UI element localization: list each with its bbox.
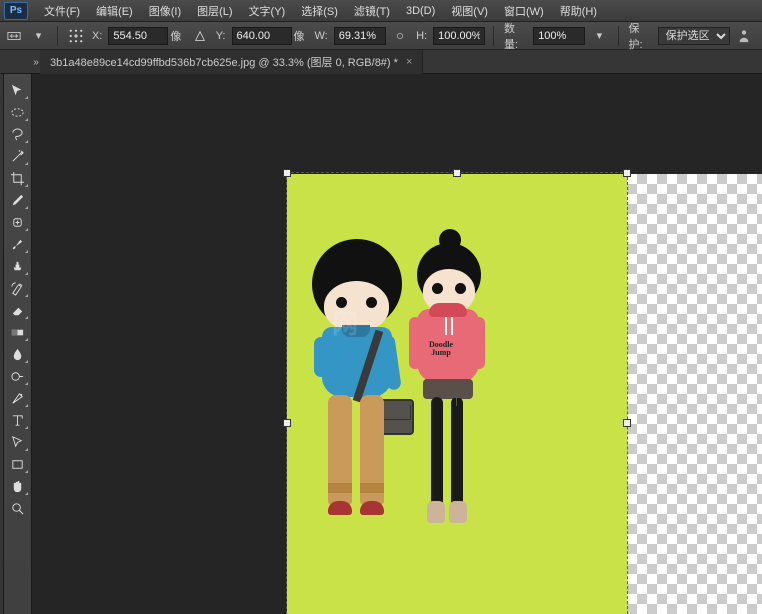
menu-filter[interactable]: 滤镜(T) xyxy=(346,0,398,22)
transparent-background xyxy=(627,174,762,614)
canvas-area[interactable]: DoodleJump 网 xyxy=(32,74,762,614)
y-label: Y: xyxy=(214,30,228,42)
x-label: X: xyxy=(90,30,104,42)
rectangle-tool[interactable] xyxy=(7,454,29,474)
separator xyxy=(493,26,494,46)
document-tab[interactable]: 3b1a48e89ce14cd99ffbd536b7cb625e.jpg @ 3… xyxy=(40,50,423,74)
girl-boot xyxy=(449,501,467,523)
artwork-characters: DoodleJump xyxy=(312,229,512,614)
boy-collar xyxy=(342,325,370,337)
path-selection-tool[interactable] xyxy=(7,432,29,452)
panel-expand-icon[interactable]: » xyxy=(32,52,40,72)
eye-icon xyxy=(336,297,347,308)
protect-select[interactable]: 保护选区 xyxy=(658,27,730,45)
menu-edit[interactable]: 编辑(E) xyxy=(88,0,141,22)
person-icon[interactable] xyxy=(734,27,754,45)
w-label: W: xyxy=(313,30,330,42)
menu-file[interactable]: 文件(F) xyxy=(36,0,88,22)
girl-boot xyxy=(427,501,445,523)
menu-layer[interactable]: 图层(L) xyxy=(189,0,240,22)
amount-input[interactable] xyxy=(533,27,585,45)
amount-label: 数量: xyxy=(502,20,529,52)
brush-tool[interactable] xyxy=(7,234,29,254)
document-title: 3b1a48e89ce14cd99ffbd536b7cb625e.jpg @ 3… xyxy=(50,54,398,70)
menu-3d[interactable]: 3D(D) xyxy=(398,2,443,20)
protect-label: 保护: xyxy=(626,20,653,52)
h-label: H: xyxy=(414,30,429,42)
magic-wand-tool[interactable] xyxy=(7,146,29,166)
zoom-tool[interactable] xyxy=(7,498,29,518)
y-input[interactable] xyxy=(232,27,292,45)
content-aware-scale-icon[interactable] xyxy=(4,27,24,45)
move-tool[interactable] xyxy=(7,80,29,100)
link-icon[interactable] xyxy=(390,27,410,45)
tools-panel xyxy=(4,74,32,614)
main-area: DoodleJump 网 xyxy=(0,74,762,614)
menu-type[interactable]: 文字(Y) xyxy=(241,0,294,22)
dodge-tool[interactable] xyxy=(7,366,29,386)
eyedropper-tool[interactable] xyxy=(7,190,29,210)
marquee-tool[interactable] xyxy=(7,102,29,122)
separator xyxy=(57,26,58,46)
h-input[interactable] xyxy=(433,27,485,45)
separator xyxy=(618,26,619,46)
eye-icon xyxy=(432,283,443,294)
menu-select[interactable]: 选择(S) xyxy=(293,0,346,22)
crop-tool[interactable] xyxy=(7,168,29,188)
lasso-tool[interactable] xyxy=(7,124,29,144)
w-input[interactable] xyxy=(334,27,386,45)
x-input[interactable] xyxy=(108,27,168,45)
eye-icon xyxy=(366,297,377,308)
girl-shorts xyxy=(423,379,473,399)
menu-help[interactable]: 帮助(H) xyxy=(552,0,605,22)
blur-tool[interactable] xyxy=(7,344,29,364)
app-logo: Ps xyxy=(4,2,28,20)
hoodie-text: DoodleJump xyxy=(429,341,453,357)
close-icon[interactable]: × xyxy=(406,56,412,68)
clone-stamp-tool[interactable] xyxy=(7,256,29,276)
menu-window[interactable]: 窗口(W) xyxy=(496,0,552,22)
eraser-tool[interactable] xyxy=(7,300,29,320)
menu-image[interactable]: 图像(I) xyxy=(141,0,189,22)
menu-view[interactable]: 视图(V) xyxy=(443,0,496,22)
reference-point-icon[interactable] xyxy=(66,27,86,45)
options-bar: ▾ X: 像 Y: 像 W: H: 数量: ▾ 保护: 保护选区 xyxy=(0,22,762,50)
boy-shoe xyxy=(328,501,352,515)
healing-brush-tool[interactable] xyxy=(7,212,29,232)
hand-tool[interactable] xyxy=(7,476,29,496)
girl-leg xyxy=(451,397,463,507)
character-boy xyxy=(312,239,422,329)
delta-icon[interactable] xyxy=(189,27,209,45)
boy-pants xyxy=(328,395,384,505)
boy-leg xyxy=(328,395,352,505)
pen-tool[interactable] xyxy=(7,388,29,408)
chevron-down-icon[interactable]: ▾ xyxy=(589,27,609,45)
eye-icon xyxy=(455,283,466,294)
girl-leg xyxy=(431,397,443,507)
boy-leg xyxy=(360,395,384,505)
gradient-tool[interactable] xyxy=(7,322,29,342)
chevron-down-icon[interactable]: ▾ xyxy=(28,27,48,45)
type-tool[interactable] xyxy=(7,410,29,430)
x-unit: 像 xyxy=(170,28,181,44)
y-unit: 像 xyxy=(294,28,305,44)
boy-face xyxy=(324,281,389,331)
document-tab-bar: 3b1a48e89ce14cd99ffbd536b7cb625e.jpg @ 3… xyxy=(0,50,762,74)
boy-shoe xyxy=(360,501,384,515)
history-brush-tool[interactable] xyxy=(7,278,29,298)
